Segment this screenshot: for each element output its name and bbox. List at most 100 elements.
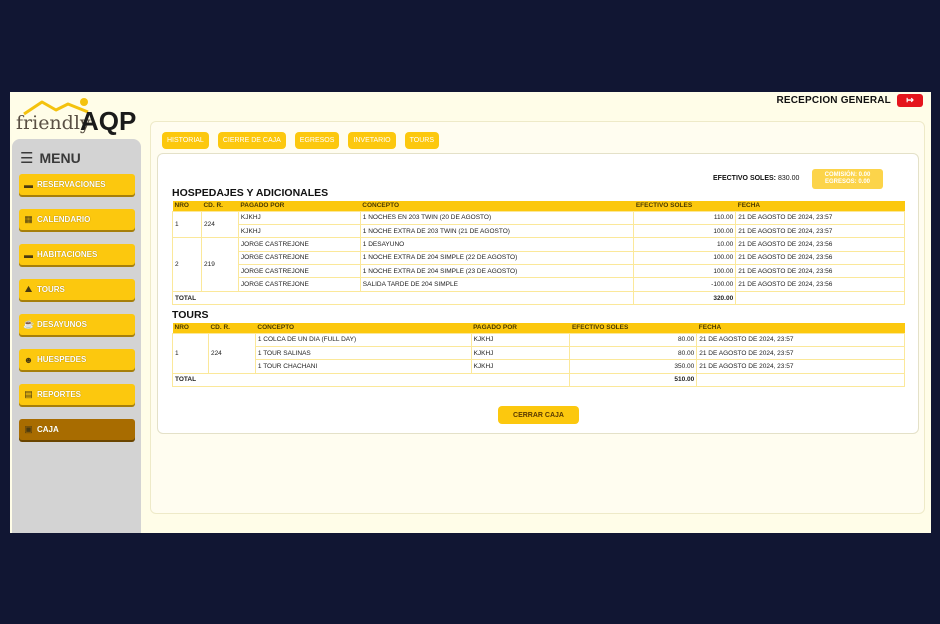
cdr-cell: 219	[200, 237, 239, 292]
total-value: 320.00	[633, 290, 737, 306]
total-row: TOTAL 320.00	[171, 290, 905, 306]
tab-cierre-de-caja[interactable]: CIERRE DE CAJA	[217, 132, 286, 149]
pagado-cell: KJKHJ	[470, 345, 571, 361]
tab-bar: HISTORIAL CIERRE DE CAJA EGRESOS INVETARIO T…	[162, 132, 440, 149]
map-icon: ⛰	[24, 284, 33, 294]
column-header: PAGADO POR	[471, 323, 570, 333]
sidebar-item-label: DESAYUNOS	[37, 320, 87, 329]
efectivo-cell: 110.00	[633, 210, 737, 225]
sidebar-item-tours[interactable]: ⛰ TOURS	[19, 279, 135, 300]
concepto-cell: 1 TOUR CHACHANI	[254, 359, 472, 374]
sidebar-item-label: HUESPEDES	[37, 355, 87, 364]
concepto-cell: 1 COLCA DE UN DIA (FULL DAY)	[254, 332, 472, 347]
sidebar-item-label: HABITACIONES	[37, 250, 98, 259]
cierre-content: EFECTIVO SOLES: 830.00 COMISIÓN: 0.00 EG…	[157, 153, 919, 434]
fecha-cell: 21 DE AGOSTO DE 2024, 23:56	[735, 277, 905, 292]
concepto-cell: 1 NOCHE EXTRA DE 204 SIMPLE (23 DE AGOST…	[359, 264, 635, 279]
bed-icon: ▬	[24, 179, 33, 190]
nro-cell: 1	[172, 332, 209, 374]
table-row: 2 219 JORGE CASTREJONE 1 DESAYUNO 10.00 21 DE…	[172, 237, 905, 292]
table-row: JORGE CASTREJONE SALIDA TARDE DE 204 SIMP…	[173, 277, 905, 292]
sidebar-item-huespedes[interactable]: ☻ HUESPEDES	[19, 349, 135, 370]
total-row: TOTAL 510.00	[171, 372, 905, 388]
sidebar-item-habitaciones[interactable]: ▬ HABITACIONES	[19, 244, 135, 265]
pagado-cell: KJKHJ	[470, 359, 571, 374]
hospedajes-table: NRO CD. R. PAGADO POR CONCEPTO EFECTIVO SOLE…	[171, 201, 905, 306]
hamburger-icon[interactable]: ☰	[20, 149, 33, 167]
fecha-cell: 21 DE AGOSTO DE 2024, 23:57	[735, 210, 905, 225]
sidebar-item-label: RESERVACIONES	[37, 180, 106, 189]
concepto-cell: 1 NOCHES EN 203 TWIN (20 DE AGOSTO)	[359, 210, 635, 225]
column-header: FECHA	[735, 201, 905, 211]
sidebar-nav: ▬ RESERVACIONES ▦ CALENDARIO ▬ HABITACIONES ⛰ T…	[19, 174, 135, 454]
efectivo-cell: 10.00	[633, 237, 737, 252]
sidebar-item-desayunos[interactable]: ☕ DESAYUNOS	[19, 314, 135, 335]
table-row: KJKHJ 1 NOCHE EXTRA DE 203 TWIN (21 DE AG…	[173, 223, 905, 239]
efectivo-cell: -100.00	[633, 277, 737, 292]
tours-table: NRO CD. R. CONCEPTO PAGADO POR EFECTIVO SOLE…	[171, 323, 905, 388]
app-window: friendly AQP RECEPCION GENERAL ↦ ☰ MENU …	[10, 92, 931, 533]
users-icon: ☻	[23, 354, 34, 365]
table-row: 1 224 1 COLCA DE UN DIA (FULL DAY) KJKHJ 80.…	[172, 332, 905, 374]
efectivo-cell: 100.00	[633, 223, 737, 239]
column-header: EFECTIVO SOLES	[633, 201, 736, 211]
breakfast-icon: ☕	[23, 319, 35, 329]
sidebar-item-reportes[interactable]: ▤ REPORTES	[19, 384, 135, 405]
total-empty	[696, 372, 905, 388]
efectivo-cell: 100.00	[633, 264, 737, 279]
pagado-cell: KJKHJ	[470, 332, 571, 347]
header-user-area: RECEPCION GENERAL ↦	[776, 94, 923, 107]
concepto-cell: 1 DESAYUNO	[359, 237, 635, 252]
sidebar-item-caja[interactable]: ▣ CAJA	[19, 419, 135, 440]
report-icon: ▤	[24, 389, 33, 399]
table-row: JORGE CASTREJONE 1 NOCHE EXTRA DE 204 SIM…	[173, 264, 905, 279]
pagado-cell: JORGE CASTREJONE	[237, 237, 361, 252]
sidebar-item-label: TOURS	[37, 285, 65, 294]
efectivo-label: EFECTIVO SOLES:	[713, 175, 777, 182]
logout-icon: ↦	[906, 95, 914, 105]
cdr-cell: 224	[207, 332, 256, 374]
cerrar-caja-button[interactable]: CERRAR CAJA	[498, 406, 579, 424]
tab-invetario[interactable]: INVETARIO	[348, 132, 396, 149]
comision-text: COMISIÓN: 0.00	[824, 171, 871, 178]
concepto-cell: 1 NOCHE EXTRA DE 204 SIMPLE (22 DE AGOST…	[359, 250, 635, 266]
total-empty	[735, 290, 905, 306]
column-header: FECHA	[696, 323, 905, 333]
user-label: RECEPCION GENERAL	[776, 95, 891, 106]
fecha-cell: 21 DE AGOSTO DE 2024, 23:57	[735, 223, 905, 239]
efectivo-value: 830.00	[777, 175, 800, 182]
logout-button[interactable]: ↦	[897, 94, 923, 107]
pagado-cell: KJKHJ	[237, 223, 361, 239]
total-label: TOTAL	[171, 290, 635, 306]
bed-icon: ▬	[24, 249, 33, 260]
tours-title: TOURS	[172, 309, 209, 321]
table-row: JORGE CASTREJONE 1 NOCHE EXTRA DE 204 SIM…	[173, 250, 905, 266]
concepto-cell: 1 NOCHE EXTRA DE 203 TWIN (21 DE AGOSTO)	[359, 223, 635, 239]
total-value: 510.00	[569, 372, 698, 388]
sidebar-item-reservaciones[interactable]: ▬ RESERVACIONES	[19, 174, 135, 195]
concepto-cell: 1 TOUR SALINAS	[254, 345, 472, 361]
tab-egresos[interactable]: EGRESOS	[294, 132, 340, 149]
menu-label: MENU	[39, 150, 81, 166]
pagado-cell: JORGE CASTREJONE	[237, 264, 361, 279]
table-row: 1 TOUR CHACHANI KJKHJ 350.00 21 DE AGOSTO D…	[173, 359, 905, 374]
sidebar-item-calendario[interactable]: ▦ CALENDARIO	[19, 209, 135, 230]
tab-historial[interactable]: HISTORIAL	[162, 132, 209, 149]
cash-register-icon: ▣	[24, 424, 33, 434]
hospedajes-title: HOSPEDAJES Y ADICIONALES	[172, 187, 329, 199]
fecha-cell: 21 DE AGOSTO DE 2024, 23:57	[696, 345, 905, 361]
fecha-cell: 21 DE AGOSTO DE 2024, 23:57	[696, 359, 905, 374]
efectivo-cell: 80.00	[569, 332, 698, 347]
efectivo-summary: EFECTIVO SOLES: 830.00	[713, 175, 799, 182]
table-row: 1 TOUR SALINAS KJKHJ 80.00 21 DE AGOSTO DE …	[173, 345, 905, 361]
column-header: CONCEPTO	[360, 201, 634, 211]
sidebar-item-label: CAJA	[37, 425, 59, 434]
column-header: NRO	[172, 201, 202, 211]
efectivo-cell: 80.00	[569, 345, 698, 361]
pagado-cell: JORGE CASTREJONE	[237, 277, 361, 292]
column-header: PAGADO POR	[238, 201, 361, 211]
column-header: CD. R.	[201, 201, 239, 211]
tab-tours[interactable]: TOURS	[404, 132, 440, 149]
concepto-cell: SALIDA TARDE DE 204 SIMPLE	[359, 277, 635, 292]
efectivo-cell: 350.00	[569, 359, 698, 374]
